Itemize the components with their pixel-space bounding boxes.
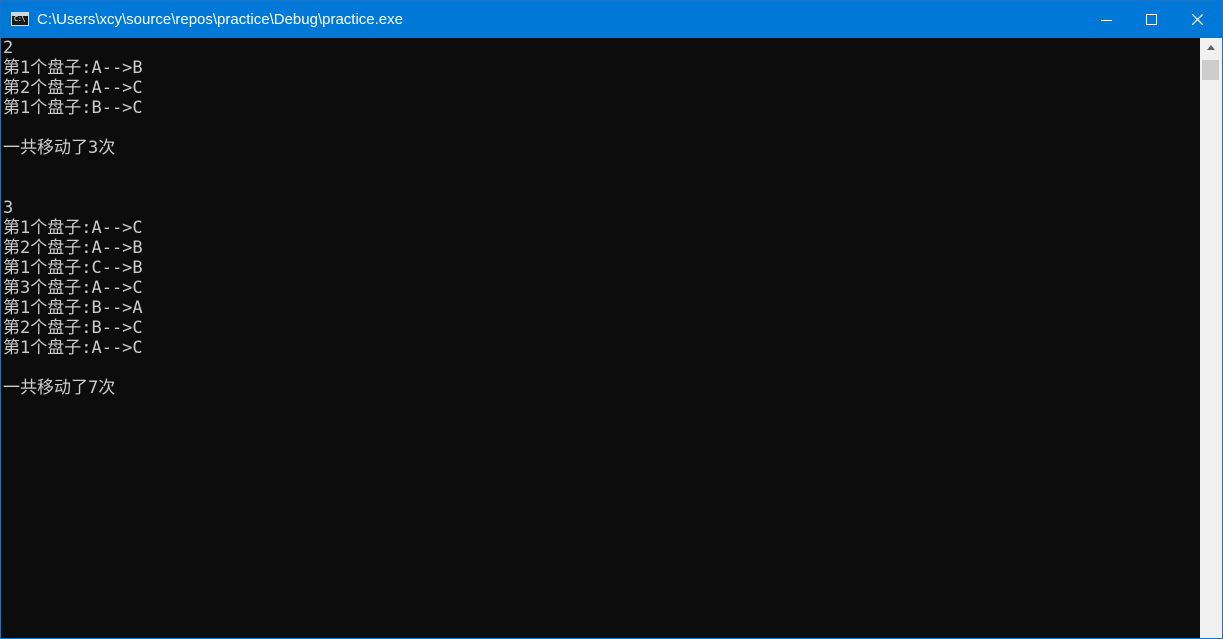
console-app-icon[interactable]: C:\ bbox=[11, 12, 29, 26]
vertical-scrollbar[interactable] bbox=[1200, 38, 1222, 638]
console-line: 第1个盘子:B-->C bbox=[3, 98, 143, 118]
console-app-icon-text: C:\ bbox=[14, 15, 26, 23]
window-title: C:\Users\xcy\source\repos\practice\Debug… bbox=[37, 11, 403, 28]
scrollbar-thumb[interactable] bbox=[1202, 60, 1219, 80]
console-line: 第1个盘子:A-->B bbox=[3, 58, 143, 78]
title-bar[interactable]: C:\ C:\Users\xcy\source\repos\practice\D… bbox=[1, 1, 1222, 38]
console-line: 3 bbox=[3, 198, 14, 218]
console-line: 第2个盘子:A-->B bbox=[3, 238, 143, 258]
console-line: 第2个盘子:B-->C bbox=[3, 318, 143, 338]
console-line: 第2个盘子:A-->C bbox=[3, 78, 143, 98]
console-line: 第1个盘子:A-->C bbox=[3, 218, 143, 238]
close-button[interactable] bbox=[1175, 1, 1221, 38]
console-line: 一共移动了3次 bbox=[3, 138, 116, 158]
close-icon bbox=[1192, 14, 1203, 25]
console-line: 第3个盘子:A-->C bbox=[3, 278, 143, 298]
console-output-area[interactable]: 2 第1个盘子:A-->B 第2个盘子:A-->C 第1个盘子:B-->C 一共… bbox=[1, 38, 1200, 638]
minimize-button[interactable] bbox=[1083, 1, 1129, 38]
console-line: 2 bbox=[3, 38, 14, 58]
console-output: 2 第1个盘子:A-->B 第2个盘子:A-->C 第1个盘子:B-->C 一共… bbox=[3, 38, 143, 398]
console-line: 第1个盘子:A-->C bbox=[3, 338, 143, 358]
scroll-up-arrow-icon[interactable] bbox=[1200, 38, 1222, 58]
console-line: 一共移动了7次 bbox=[3, 378, 116, 398]
console-line: 第1个盘子:C-->B bbox=[3, 258, 143, 278]
console-line: 第1个盘子:B-->A bbox=[3, 298, 143, 318]
console-window: C:\ C:\Users\xcy\source\repos\practice\D… bbox=[0, 0, 1223, 639]
maximize-button[interactable] bbox=[1129, 1, 1175, 38]
